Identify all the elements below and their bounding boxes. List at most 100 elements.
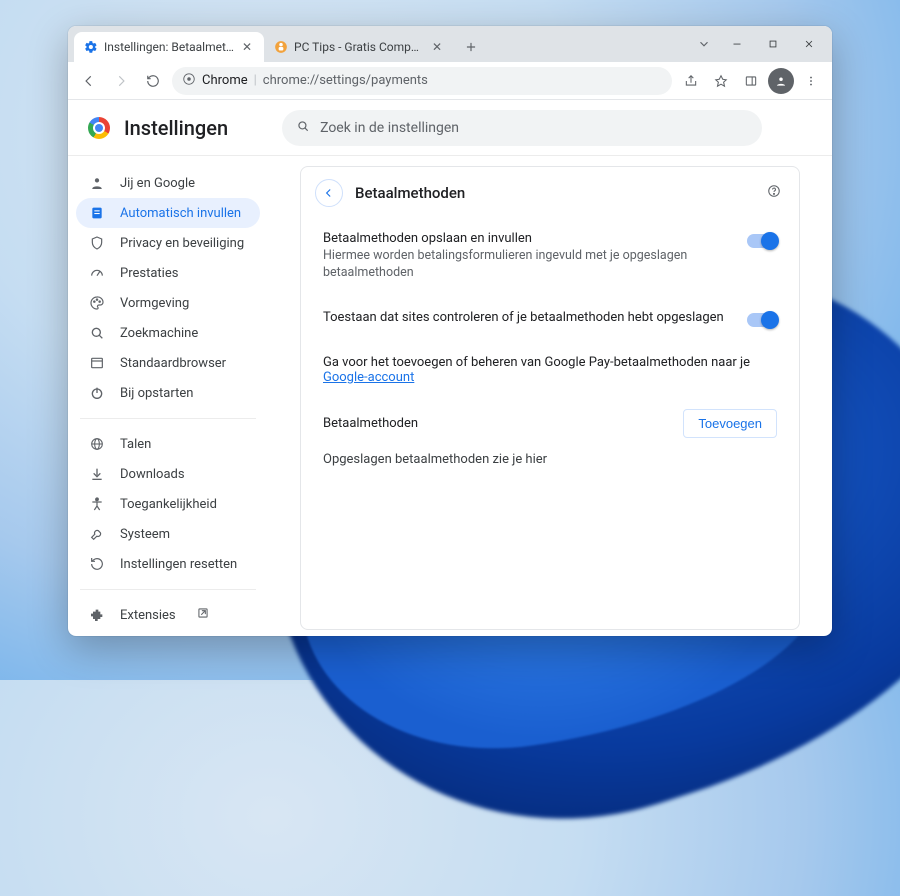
sidebar-item-extensions[interactable]: Extensies — [76, 600, 260, 630]
chrome-logo-icon — [88, 117, 110, 139]
sidebar-item-label: Extensies — [120, 608, 176, 623]
sidebar-item-performance[interactable]: Prestaties — [76, 258, 260, 288]
browser-window-icon — [88, 355, 106, 371]
sidebar-divider — [80, 418, 256, 419]
share-icon[interactable] — [678, 68, 704, 94]
info-text: Ga voor het toevoegen of beheren van Goo… — [323, 355, 750, 370]
reload-button[interactable] — [140, 68, 166, 94]
sidebar-item-on-startup[interactable]: Bij opstarten — [76, 378, 260, 408]
external-link-icon — [196, 606, 210, 624]
setting-google-pay-info: Ga voor het toevoegen of beheren van Goo… — [301, 341, 799, 399]
autofill-icon — [88, 205, 106, 221]
payment-methods-section-header: Betaalmethoden Toevoegen — [301, 399, 799, 446]
settings-search-input[interactable]: Zoek in de instellingen — [282, 110, 762, 146]
setting-allow-sites-check: Toestaan dat sites controleren of je bet… — [301, 296, 799, 341]
tab-pctips[interactable]: PC Tips - Gratis Computer Tips, k ✕ — [264, 32, 454, 62]
palette-icon — [88, 295, 106, 311]
url-divider: | — [254, 73, 257, 88]
download-icon — [88, 466, 106, 482]
sidebar-item-label: Instellingen resetten — [120, 557, 237, 572]
sidebar-item-system[interactable]: Systeem — [76, 519, 260, 549]
sidebar-item-downloads[interactable]: Downloads — [76, 459, 260, 489]
setting-title: Betaalmethoden opslaan en invullen — [323, 231, 735, 246]
settings-main: Betaalmethoden Betaalmethoden opslaan en… — [268, 156, 832, 636]
settings-title: Instellingen — [124, 116, 228, 140]
sidebar-item-label: Zoekmachine — [120, 326, 198, 341]
setting-save-fill-payment: Betaalmethoden opslaan en invullen Hierm… — [301, 217, 799, 296]
profile-avatar[interactable] — [768, 68, 794, 94]
toolbar-actions — [678, 68, 824, 94]
sidebar-item-label: Vormgeving — [120, 296, 189, 311]
settings-body: Jij en Google Automatisch invullen Priva… — [68, 156, 832, 636]
menu-kebab-icon[interactable] — [798, 68, 824, 94]
sidebar-item-reset[interactable]: Instellingen resetten — [76, 549, 260, 579]
back-button[interactable] — [76, 68, 102, 94]
accessibility-icon — [88, 496, 106, 512]
help-icon[interactable] — [767, 184, 781, 202]
sidebar-item-search-engine[interactable]: Zoekmachine — [76, 318, 260, 348]
sidebar-item-label: Talen — [120, 437, 151, 452]
sidebar-item-label: Systeem — [120, 527, 170, 542]
toggle-save-fill-payment[interactable] — [747, 234, 777, 248]
speedometer-icon — [88, 265, 106, 281]
sidebar-item-appearance[interactable]: Vormgeving — [76, 288, 260, 318]
sidebar-item-label: Downloads — [120, 467, 185, 482]
tab-settings[interactable]: Instellingen: Betaalmethoden ✕ — [74, 32, 264, 62]
empty-state-text: Opgeslagen betaalmethoden zie je hier — [301, 446, 799, 485]
section-title: Betaalmethoden — [323, 416, 418, 431]
sidebar-item-label: Bij opstarten — [120, 386, 193, 401]
google-account-link[interactable]: Google-account — [323, 370, 414, 385]
url-path: chrome://settings/payments — [263, 73, 428, 88]
wrench-icon — [88, 526, 106, 542]
sidebar-item-accessibility[interactable]: Toegankelijkheid — [76, 489, 260, 519]
close-icon[interactable]: ✕ — [240, 40, 254, 54]
settings-card: Betaalmethoden Betaalmethoden opslaan en… — [300, 166, 800, 630]
setting-text: Betaalmethoden opslaan en invullen Hierm… — [323, 231, 735, 282]
tab-title: Instellingen: Betaalmethoden — [104, 40, 234, 54]
sidebar-divider — [80, 589, 256, 590]
bookmark-star-icon[interactable] — [708, 68, 734, 94]
sidebar-item-label: Automatisch invullen — [120, 206, 241, 221]
site-info-icon[interactable] — [182, 72, 196, 90]
address-bar[interactable]: Chrome | chrome://settings/payments — [172, 67, 672, 95]
side-panel-icon[interactable] — [738, 68, 764, 94]
settings-sidebar: Jij en Google Automatisch invullen Priva… — [68, 156, 268, 636]
sidebar-item-default-browser[interactable]: Standaardbrowser — [76, 348, 260, 378]
close-window-button[interactable] — [792, 30, 826, 58]
page-title: Betaalmethoden — [355, 184, 465, 202]
window-controls — [690, 26, 826, 62]
sidebar-item-label: Standaardbrowser — [120, 356, 226, 371]
extension-icon — [88, 607, 106, 623]
sidebar-item-label: Prestaties — [120, 266, 178, 281]
shield-icon — [88, 235, 106, 251]
person-icon — [88, 175, 106, 191]
setting-subtitle: Hiermee worden betalingsformulieren inge… — [323, 248, 735, 282]
sidebar-item-label: Privacy en beveiliging — [120, 236, 244, 251]
browser-toolbar: Chrome | chrome://settings/payments — [68, 62, 832, 100]
settings-header: Instellingen Zoek in de instellingen — [68, 100, 832, 156]
search-placeholder: Zoek in de instellingen — [320, 120, 459, 136]
sidebar-item-you-and-google[interactable]: Jij en Google — [76, 168, 260, 198]
page-subheader: Betaalmethoden — [301, 167, 799, 217]
url-scheme: Chrome — [202, 73, 248, 88]
sidebar-item-autofill[interactable]: Automatisch invullen — [76, 198, 260, 228]
maximize-button[interactable] — [756, 30, 790, 58]
back-button[interactable] — [315, 179, 343, 207]
toggle-allow-sites-check[interactable] — [747, 313, 777, 327]
sidebar-item-languages[interactable]: Talen — [76, 429, 260, 459]
add-payment-button[interactable]: Toevoegen — [683, 409, 777, 438]
sidebar-item-privacy[interactable]: Privacy en beveiliging — [76, 228, 260, 258]
forward-button[interactable] — [108, 68, 134, 94]
sidebar-item-label: Toegankelijkheid — [120, 497, 217, 512]
reset-icon — [88, 556, 106, 572]
sidebar-item-about[interactable]: Over Chrome — [76, 630, 260, 636]
minimize-button[interactable] — [720, 30, 754, 58]
tab-strip: Instellingen: Betaalmethoden ✕ PC Tips -… — [68, 26, 832, 62]
chevron-down-icon[interactable] — [690, 30, 718, 58]
setting-text: Ga voor het toevoegen of beheren van Goo… — [323, 355, 777, 385]
sidebar-item-label: Jij en Google — [120, 176, 195, 191]
close-icon[interactable]: ✕ — [430, 40, 444, 54]
site-favicon-icon — [274, 40, 288, 54]
chrome-window: Instellingen: Betaalmethoden ✕ PC Tips -… — [68, 26, 832, 636]
new-tab-button[interactable] — [458, 34, 484, 60]
